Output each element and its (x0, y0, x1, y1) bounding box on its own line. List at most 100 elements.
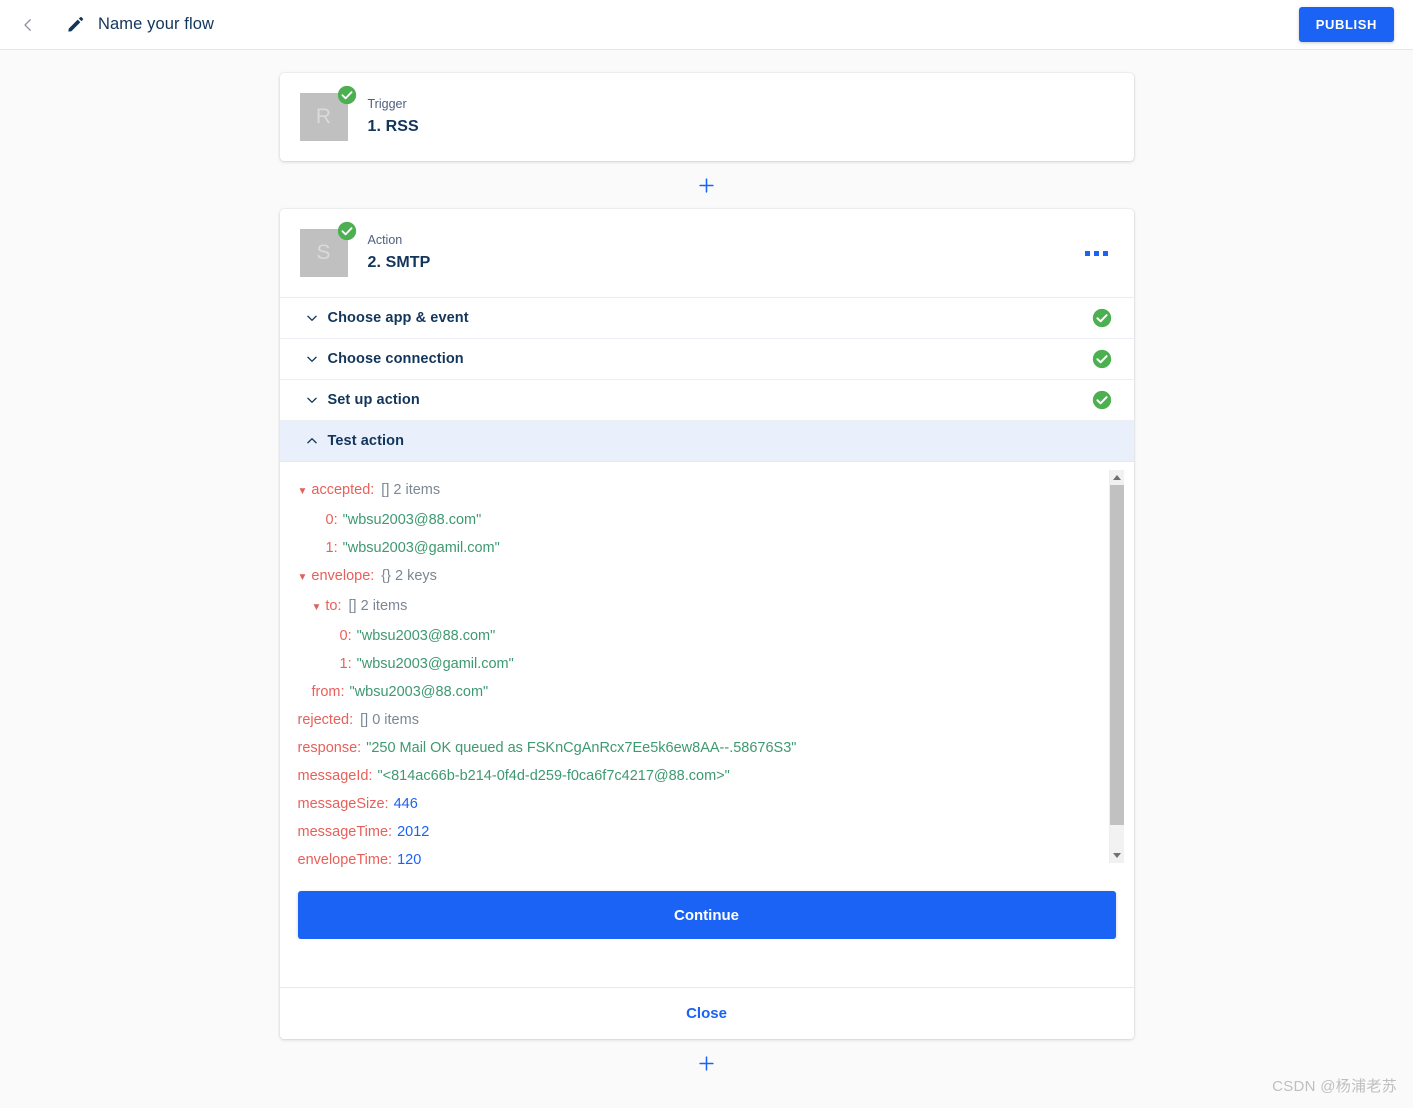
json-string-value: "wbsu2003@88.com" (342, 512, 482, 528)
json-row: ▼ accepted: [] 2 items (292, 476, 1106, 506)
json-row: 0: "wbsu2003@88.com" (292, 506, 1106, 534)
accordion-row-set-up-action[interactable]: Set up action (279, 380, 1134, 421)
json-string-value: "wbsu2003@gamil.com" (342, 540, 500, 556)
json-row: ▼ to: [] 2 items (292, 592, 1106, 622)
json-key: response: (297, 740, 362, 756)
green-check-icon (337, 221, 356, 241)
continue-button[interactable]: Continue (297, 891, 1116, 939)
accordion-label: Choose app & event (327, 310, 469, 326)
connector-row-1 (280, 161, 1134, 209)
json-key: accepted: (311, 482, 375, 498)
green-check-icon (337, 85, 356, 105)
back-button[interactable] (14, 11, 42, 39)
json-key: envelopeTime: (297, 852, 393, 868)
disclosure-triangle-icon[interactable]: ▼ (312, 602, 322, 613)
add-step-button-2[interactable] (693, 1049, 721, 1077)
more-options-icon[interactable] (1081, 243, 1112, 264)
json-key: rejected: (297, 712, 354, 728)
test-output-tree[interactable]: ▼ accepted:[] 2 items 0: "wbsu2003@88.com" 1… (280, 476, 1134, 871)
green-check-icon (1092, 308, 1111, 328)
accordion-row-choose-connection[interactable]: Choose connection (279, 339, 1134, 380)
chevron-up-icon (302, 434, 322, 448)
continue-button-wrap: Continue (279, 879, 1134, 939)
accordion-label: Choose connection (327, 351, 464, 367)
connector-row-2 (280, 1039, 1134, 1087)
chevron-down-icon (302, 352, 322, 366)
trigger-kind-label: Trigger (367, 97, 407, 111)
action-card-header: S Action 2. SMTP (280, 209, 1134, 297)
json-string-value: "<814ac66b-b214-0f4d-d259-f0ca6f7c4217@8… (377, 768, 730, 784)
json-number-value: 446 (393, 796, 418, 812)
chevron-down-icon (302, 311, 322, 325)
panel-bottom-padding (279, 939, 1134, 987)
action-title-label: 2. SMTP (367, 254, 431, 271)
trigger-step-card[interactable]: R Trigger 1. RSS (279, 73, 1134, 161)
json-row: envelopeTime: 120 (292, 846, 1106, 871)
pencil-icon (67, 17, 83, 32)
accordion-row-choose-app-event[interactable]: Choose app & event (279, 298, 1134, 339)
json-key: 0: (339, 628, 352, 644)
chevron-left-icon (24, 18, 31, 31)
add-step-button-1[interactable] (693, 171, 721, 199)
green-check-icon (1092, 349, 1111, 369)
close-button[interactable]: Close (686, 1005, 727, 1022)
chevron-down-icon (302, 393, 322, 407)
json-row: response: "250 Mail OK queued as FSKnCgAn… (292, 734, 1106, 762)
json-row: ▼ envelope: {} 2 keys (292, 562, 1106, 592)
scrollbar-thumb[interactable] (1109, 485, 1124, 825)
disclosure-triangle-icon[interactable]: ▼ (298, 486, 308, 497)
json-row: 1: "wbsu2003@gamil.com" (292, 650, 1106, 678)
json-row: 0: "wbsu2003@88.com" (292, 622, 1106, 650)
more-options-dot (1084, 250, 1090, 256)
action-card-text: Action 2. SMTP (368, 232, 431, 274)
accordion-label: Set up action (327, 392, 420, 408)
action-avatar-wrap: S (299, 221, 356, 277)
json-row: rejected: [] 0 items (292, 706, 1106, 734)
json-number-value: 2012 (397, 824, 430, 840)
edit-flow-name-button[interactable] (58, 10, 92, 40)
json-meta: [] 2 items (348, 598, 408, 614)
accordion-label: Test action (327, 433, 405, 449)
flow-column: R Trigger 1. RSS S Action 2. SMTP Choose… (279, 50, 1134, 1087)
json-row: 1: "wbsu2003@gamil.com" (292, 534, 1106, 562)
plus-icon (699, 1055, 714, 1071)
json-row: messageTime: 2012 (292, 818, 1106, 846)
flow-name-label[interactable]: Name your flow (98, 15, 214, 34)
flow-canvas: R Trigger 1. RSS S Action 2. SMTP Choose… (0, 50, 1413, 1108)
trigger-card-text: Trigger 1. RSS (368, 96, 419, 138)
scroll-down-arrow-icon[interactable] (1109, 848, 1124, 863)
json-key: 1: (325, 540, 338, 556)
json-key: messageTime: (297, 824, 393, 840)
json-number-value: 120 (397, 852, 422, 868)
json-string-value: "wbsu2003@88.com" (349, 684, 489, 700)
json-key: to: (325, 598, 342, 614)
scroll-up-arrow-icon[interactable] (1109, 470, 1124, 485)
watermark: CSDN @杨浦老苏 (1272, 1078, 1397, 1095)
json-key: messageId: (297, 768, 373, 784)
json-key: messageSize: (297, 796, 389, 812)
json-key: 0: (325, 512, 338, 528)
json-key: from: (311, 684, 345, 700)
trigger-avatar-wrap: R (299, 85, 356, 141)
trigger-card-header: R Trigger 1. RSS (280, 73, 1134, 161)
green-check-icon (1092, 390, 1111, 410)
action-kind-label: Action (367, 233, 403, 247)
json-row: from: "wbsu2003@88.com" (292, 678, 1106, 706)
json-key: 1: (339, 656, 352, 672)
disclosure-triangle-icon[interactable]: ▼ (298, 572, 308, 583)
accordion-row-test-action[interactable]: Test action (279, 421, 1134, 462)
top-bar: Name your flow PUBLISH (0, 0, 1413, 50)
test-output-scrollbar[interactable] (1108, 470, 1124, 863)
plus-icon (699, 177, 714, 193)
publish-button[interactable]: PUBLISH (1298, 7, 1394, 42)
more-options-dot (1102, 250, 1108, 256)
more-options-dot (1093, 250, 1099, 256)
action-step-card[interactable]: S Action 2. SMTP Choose app & event Choo… (279, 209, 1134, 1039)
json-string-value: "wbsu2003@gamil.com" (356, 656, 514, 672)
json-string-value: "250 Mail OK queued as FSKnCgAnRcx7Ee5k6… (366, 740, 797, 756)
json-string-value: "wbsu2003@88.com" (356, 628, 496, 644)
json-row: messageId: "<814ac66b-b214-0f4d-d259-f0ca… (292, 762, 1106, 790)
trigger-title-label: 1. RSS (367, 118, 419, 135)
json-key: envelope: (311, 568, 375, 584)
test-output-panel: ▼ accepted:[] 2 items 0: "wbsu2003@88.com" 1… (279, 462, 1134, 879)
